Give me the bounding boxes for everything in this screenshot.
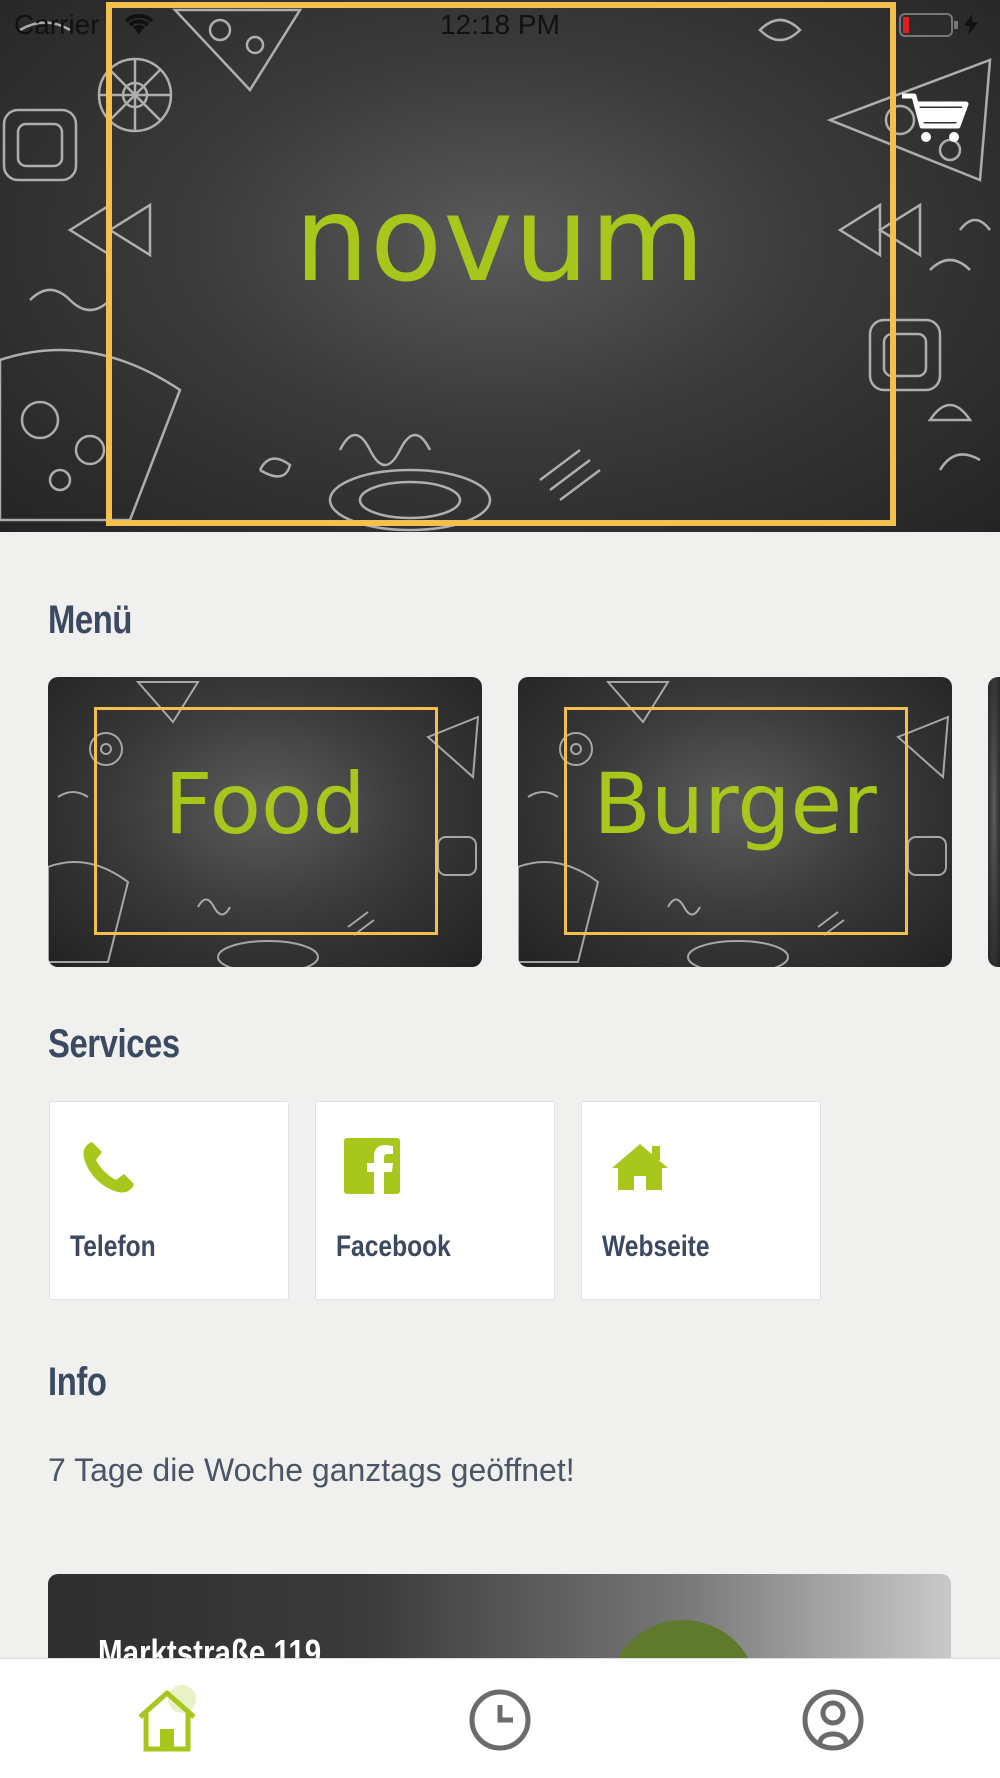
service-label: Webseite [602,1230,710,1263]
menu-card-label: Burger [593,755,877,853]
service-webseite[interactable]: Webseite [581,1101,821,1300]
info-section-title: Info [48,1360,107,1404]
phone-icon [83,1142,134,1193]
service-label: Facebook [336,1230,451,1263]
menu-card-food[interactable]: Food [48,677,482,967]
cart-icon[interactable] [900,90,970,146]
status-bar: Carrier 12:18 PM [0,0,1000,50]
tab-home[interactable] [132,1685,202,1755]
hero-banner: novum Carrier 12:18 PM [0,0,1000,532]
clock: 12:18 PM [440,9,560,40]
tab-profile[interactable] [798,1685,868,1755]
battery-icon [899,13,978,37]
menu-card-label: Food [164,755,366,853]
service-label: Telefon [70,1230,156,1263]
opening-hours-text: 7 Tage die Woche ganztags geöffnet! [48,1452,575,1488]
service-telefon[interactable]: Telefon [49,1101,289,1300]
service-facebook[interactable]: Facebook [315,1101,555,1300]
menu-card-burger[interactable]: Burger [518,677,952,967]
services-section-title: Services [48,1022,180,1066]
tab-bar [0,1658,1000,1778]
tab-history[interactable] [465,1685,535,1755]
menu-section-title: Menü [48,598,132,642]
home-icon [612,1144,668,1190]
facebook-icon [344,1138,400,1194]
menu-card-next-partial[interactable] [988,677,1000,967]
restaurant-name: novum [294,170,706,308]
